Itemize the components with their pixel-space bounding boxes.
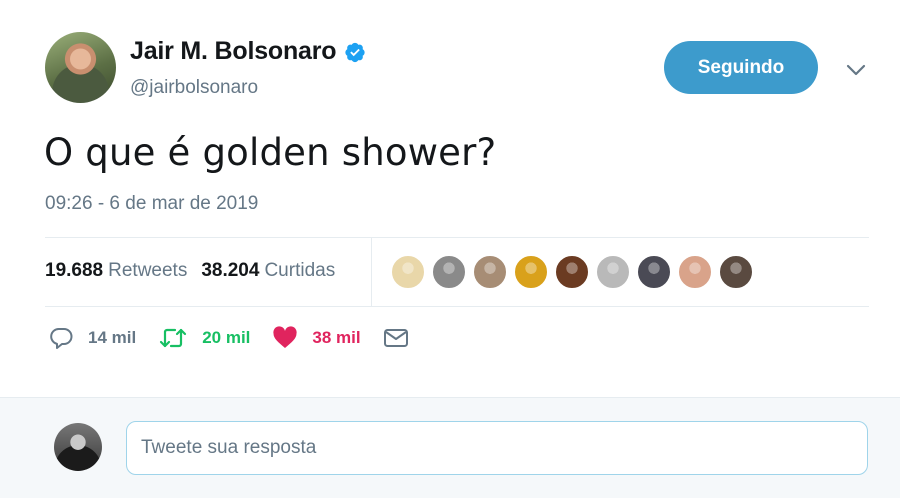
author-avatar[interactable] — [45, 32, 116, 103]
liker-avatar[interactable] — [554, 254, 590, 290]
retweets-count[interactable]: 19.688 — [45, 260, 103, 282]
like-button[interactable]: 38 mil — [272, 326, 361, 350]
reply-count: 14 mil — [88, 328, 137, 347]
reply-composer — [0, 397, 900, 498]
current-user-avatar[interactable] — [54, 423, 102, 471]
liker-avatar[interactable] — [472, 254, 508, 290]
reply-input[interactable] — [126, 421, 868, 475]
tweet-text: O que é golden shower? — [44, 131, 497, 174]
tweet-stats: 19.688 Retweets 38.204 Curtidas — [45, 260, 335, 282]
retweet-icon — [160, 328, 187, 348]
heart-icon — [273, 326, 298, 348]
tweet-actions: 14 mil 20 mil 38 mil — [48, 326, 431, 350]
divider — [45, 306, 869, 307]
tweet-card: Jair M. Bolsonaro @jairbolsonaro Seguind… — [0, 0, 900, 397]
liker-avatar[interactable] — [431, 254, 467, 290]
author-name-row: Jair M. Bolsonaro — [130, 37, 366, 66]
direct-message-button[interactable] — [383, 327, 409, 349]
following-button[interactable]: Seguindo — [664, 41, 818, 94]
liker-avatar[interactable] — [718, 254, 754, 290]
liker-avatar[interactable] — [677, 254, 713, 290]
retweets-label[interactable]: Retweets — [108, 260, 187, 282]
likes-label[interactable]: Curtidas — [264, 260, 335, 282]
author-name[interactable]: Jair M. Bolsonaro — [130, 37, 337, 66]
chevron-down-icon[interactable] — [846, 63, 866, 77]
verified-badge-icon — [345, 42, 365, 62]
stats-divider — [371, 238, 372, 306]
retweet-button[interactable]: 20 mil — [158, 326, 250, 350]
likes-count[interactable]: 38.204 — [201, 260, 259, 282]
tweet-timestamp[interactable]: 09:26 - 6 de mar de 2019 — [45, 193, 258, 215]
liker-avatar[interactable] — [595, 254, 631, 290]
author-handle[interactable]: @jairbolsonaro — [130, 77, 258, 99]
liker-avatar[interactable] — [513, 254, 549, 290]
divider — [45, 237, 869, 238]
liker-avatar[interactable] — [636, 254, 672, 290]
liker-avatars — [390, 254, 759, 290]
like-count: 38 mil — [312, 328, 361, 347]
reply-button[interactable]: 14 mil — [48, 326, 136, 350]
liker-avatar[interactable] — [390, 254, 426, 290]
envelope-icon — [383, 329, 408, 347]
retweet-count: 20 mil — [202, 328, 251, 347]
reply-icon — [50, 327, 73, 349]
